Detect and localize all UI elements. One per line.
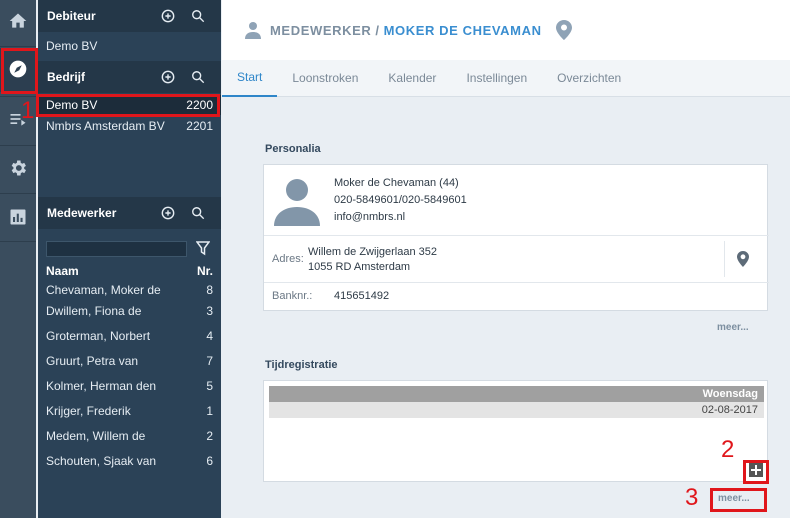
annotation-box-1 (36, 94, 220, 117)
breadcrumb-section[interactable]: MEDEWERKER (270, 23, 371, 38)
sidebar-panel: Debiteur Demo BV Bedrijf Demo BV 2200 Nm… (38, 0, 221, 518)
day-header: Woensdag (269, 386, 764, 402)
breadcrumb-separator: / (375, 22, 380, 38)
medewerker-name: Gruurt, Petra van (46, 354, 139, 368)
home-icon (8, 11, 28, 34)
search-icon (192, 10, 205, 23)
medewerker-nr: 1 (206, 404, 213, 418)
medewerker-row[interactable]: Medem, Willem de 2 (38, 426, 221, 446)
medewerker-name: Groterman, Norbert (46, 329, 151, 343)
tab-start[interactable]: Start (222, 60, 278, 97)
annotation-box-rail (1, 48, 38, 94)
medewerker-row[interactable]: Groterman, Norbert 4 (38, 326, 221, 346)
medewerker-name: Krijger, Frederik (46, 404, 131, 418)
main-content: MEDEWERKER / MOKER DE CHEVAMAN Start Loons… (222, 0, 790, 518)
medewerker-name: Kolmer, Herman den (46, 379, 157, 393)
medewerker-row[interactable]: Schouten, Sjaak van 6 (38, 451, 221, 471)
annotation-number-1: 1 (21, 97, 35, 124)
medewerker-nr: 5 (206, 379, 213, 393)
bank-value: 415651492 (334, 290, 390, 302)
tab-loonstroken[interactable]: Loonstroken (277, 60, 373, 97)
filter-icon[interactable] (195, 240, 211, 256)
annotation-box-2 (743, 460, 769, 484)
address-line2: 1055 RD Amsterdam (308, 261, 411, 273)
medewerker-column-header: Naam Nr. (38, 263, 221, 279)
debiteur-header: Debiteur (38, 0, 221, 32)
tijdregistratie-card: Woensdag 02-08-2017 (263, 380, 768, 482)
medewerker-nr: 8 (206, 283, 213, 297)
medewerker-nr: 4 (206, 329, 213, 343)
tab-bar: Start Loonstroken Kalender Instellingen … (222, 60, 790, 97)
rail-settings[interactable] (0, 147, 36, 191)
bedrijf-item-nr: 2201 (186, 119, 213, 133)
medewerker-nr: 3 (206, 304, 213, 318)
tab-overzichten[interactable]: Overzichten (542, 60, 636, 97)
annotation-number-3: 3 (685, 484, 699, 511)
personalia-card: Moker de Chevaman (44) 020-5849601/020-5… (263, 164, 769, 311)
add-debiteur-button[interactable] (161, 9, 175, 23)
medewerker-row[interactable]: Krijger, Frederik 1 (38, 401, 221, 421)
medewerker-row[interactable]: Chevaman, Moker de 8 (38, 280, 221, 300)
medewerker-nr: 7 (206, 354, 213, 368)
bank-label: Banknr.: (272, 290, 313, 302)
bedrijf-item[interactable]: Nmbrs Amsterdam BV 2201 (38, 116, 221, 136)
medewerker-name: Dwillem, Fiona de (46, 304, 142, 318)
breadcrumb: MEDEWERKER / MOKER DE CHEVAMAN (270, 23, 542, 38)
personalia-title: Personalia (265, 143, 321, 155)
bedrijf-item-label: Nmbrs Amsterdam BV (46, 119, 165, 133)
medewerker-name: Medem, Willem de (46, 429, 146, 443)
address-line1: Willem de Zwijgerlaan 352 (308, 246, 437, 258)
bar-chart-icon (8, 207, 28, 230)
breadcrumb-employee: MOKER DE CHEVAMAN (383, 22, 542, 38)
plus-circle-icon (161, 206, 175, 220)
search-icon (192, 207, 205, 220)
column-naam[interactable]: Naam (46, 264, 79, 278)
medewerker-nr: 2 (206, 429, 213, 443)
rail-reports[interactable] (0, 196, 36, 240)
medewerker-row[interactable]: Kolmer, Herman den 5 (38, 376, 221, 396)
plus-circle-icon (161, 70, 175, 84)
person-icon (244, 21, 262, 39)
medewerker-name: Schouten, Sjaak van (46, 454, 157, 468)
employee-phone: 020-5849601/020-5849601 (334, 194, 467, 206)
personalia-more-link[interactable]: meer... (717, 322, 749, 333)
tab-instellingen[interactable]: Instellingen (451, 60, 542, 97)
search-bedrijf-button[interactable] (191, 70, 205, 84)
annotation-number-2: 2 (721, 436, 735, 463)
avatar (271, 174, 323, 226)
map-marker-icon[interactable] (737, 251, 749, 267)
page-header: MEDEWERKER / MOKER DE CHEVAMAN (222, 0, 790, 60)
location-pin-icon[interactable] (555, 20, 572, 40)
debiteur-item-label: Demo BV (46, 39, 98, 53)
search-medewerker-button[interactable] (191, 206, 205, 220)
debiteur-title: Debiteur (47, 9, 96, 23)
plus-circle-icon (161, 9, 175, 23)
bedrijf-header: Bedrijf (38, 61, 221, 93)
date-cell: 02-08-2017 (269, 402, 764, 418)
medewerker-row[interactable]: Dwillem, Fiona de 3 (38, 301, 221, 321)
tab-kalender[interactable]: Kalender (373, 60, 451, 97)
search-debiteur-button[interactable] (191, 9, 205, 23)
medewerker-filter-input[interactable] (46, 241, 187, 257)
annotation-box-3 (710, 488, 767, 512)
medewerker-name: Chevaman, Moker de (46, 283, 161, 297)
medewerker-row[interactable]: Gruurt, Petra van 7 (38, 351, 221, 371)
address-label: Adres: (272, 253, 304, 265)
bedrijf-title: Bedrijf (47, 70, 86, 84)
column-nr[interactable]: Nr. (197, 264, 213, 278)
tijdregistratie-title: Tijdregistratie (265, 359, 338, 371)
add-medewerker-button[interactable] (161, 206, 175, 220)
employee-name-age: Moker de Chevaman (44) (334, 177, 459, 189)
gear-icon (8, 158, 28, 181)
medewerker-nr: 6 (206, 454, 213, 468)
medewerker-header: Medewerker (38, 197, 221, 229)
medewerker-title: Medewerker (47, 206, 117, 220)
add-bedrijf-button[interactable] (161, 70, 175, 84)
employee-email[interactable]: info@nmbrs.nl (334, 211, 405, 223)
debiteur-item[interactable]: Demo BV (38, 36, 221, 56)
search-icon (192, 71, 205, 84)
rail-home[interactable] (0, 0, 36, 44)
